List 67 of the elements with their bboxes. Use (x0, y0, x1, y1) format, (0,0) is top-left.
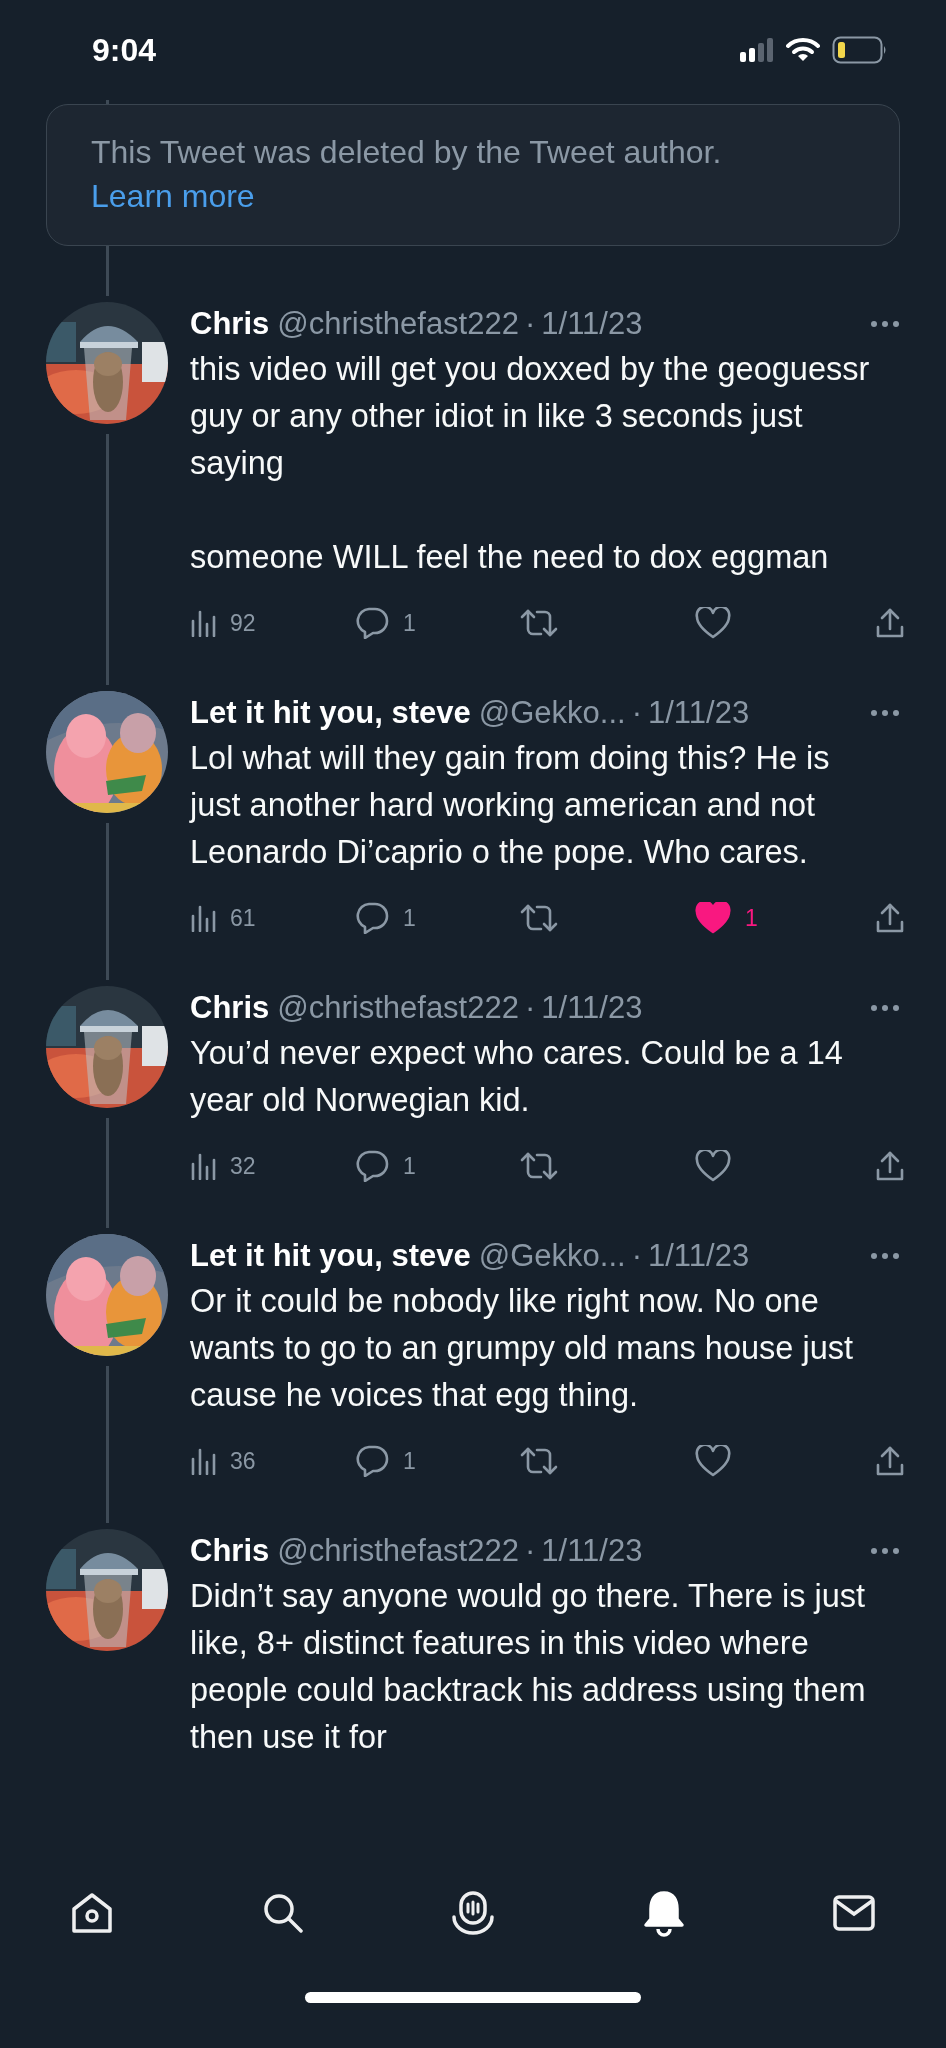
battery-icon (832, 36, 888, 64)
retweet-icon[interactable] (520, 608, 558, 638)
author-handle: @christhefast222 (277, 990, 519, 1026)
author-name[interactable]: Let it hit you, steve (190, 1238, 471, 1274)
more-icon[interactable] (870, 1252, 900, 1260)
tweet-text: Lol what will they gain from doing this? He is just another hard working american and not Leonardo Di’caprio o the pope. Who cares. (190, 739, 831, 872)
spaces-tab[interactable] (449, 1889, 497, 1937)
tweet-date: 1/11/23 (541, 306, 643, 342)
wifi-icon (786, 37, 820, 63)
retweet-icon[interactable] (520, 903, 558, 933)
deleted-notice-text: This Tweet was deleted by the Tweet author. (91, 133, 722, 172)
share-icon[interactable] (875, 607, 905, 639)
like-count: 1 (745, 904, 758, 932)
retweet-icon[interactable] (520, 1151, 558, 1181)
more-icon[interactable] (870, 1004, 900, 1012)
separator-dot: · (631, 1238, 642, 1274)
like-icon[interactable] (695, 902, 731, 934)
reply-icon[interactable] (355, 607, 389, 639)
views-icon[interactable] (190, 609, 216, 637)
separator-dot: · (524, 306, 536, 342)
like-icon[interactable] (695, 1150, 731, 1182)
more-icon[interactable] (870, 320, 900, 328)
like-icon[interactable] (695, 1445, 731, 1477)
views-icon[interactable] (190, 1152, 216, 1180)
reply-count: 1 (403, 904, 416, 932)
more-icon[interactable] (870, 709, 900, 717)
views-count: 36 (230, 1447, 256, 1475)
share-icon[interactable] (875, 902, 905, 934)
signal-icon (740, 38, 774, 62)
more-icon[interactable] (870, 1547, 900, 1555)
reply-icon[interactable] (355, 1445, 389, 1477)
tweet-text: Or it could be nobody like right now. No one wants to go to an grumpy old mans house just cause he voices that egg thing. (190, 1282, 854, 1415)
retweet-icon[interactable] (520, 1446, 558, 1476)
learn-more-link[interactable]: Learn more (91, 175, 255, 217)
author-handle: @christhefast222 (277, 1533, 519, 1569)
like-icon[interactable] (695, 607, 731, 639)
views-count: 61 (230, 904, 256, 932)
tweet-date: 1/11/23 (541, 990, 643, 1026)
tweet-text: You’d never expect who cares. Could be a 14 year old Norwegian kid. (190, 1034, 844, 1120)
author-name[interactable]: Chris (190, 990, 270, 1026)
author-name[interactable]: Let it hit you, steve (190, 695, 471, 731)
views-icon[interactable] (190, 1447, 216, 1475)
reply-count: 1 (403, 609, 416, 637)
reply-count: 1 (403, 1447, 416, 1475)
tweet-date: 1/11/23 (648, 1238, 750, 1274)
tweet-date: 1/11/23 (648, 695, 750, 731)
author-handle: @Gekko... (478, 1238, 626, 1274)
status-time: 9:04 (92, 31, 157, 69)
separator-dot: · (524, 1533, 536, 1569)
author-handle: @Gekko... (478, 695, 626, 731)
views-icon[interactable] (190, 904, 216, 932)
reply-icon[interactable] (355, 902, 389, 934)
tweet-text: Didn’t say anyone would go there. There is just like, 8+ distinct features in this video where people could backtrack his address using them then use it for (190, 1577, 867, 1757)
tweet-date: 1/11/23 (541, 1533, 643, 1569)
reply-icon[interactable] (355, 1150, 389, 1182)
separator-dot: · (631, 695, 642, 731)
reply-count: 1 (403, 1152, 416, 1180)
views-count: 92 (230, 609, 256, 637)
author-name[interactable]: Chris (190, 1533, 270, 1569)
views-count: 32 (230, 1152, 256, 1180)
author-name[interactable]: Chris (190, 306, 270, 342)
separator-dot: · (524, 990, 536, 1026)
share-icon[interactable] (875, 1445, 905, 1477)
author-handle: @christhefast222 (277, 306, 519, 342)
tweet-text: someone WILL feel the need to dox eggman (190, 538, 830, 577)
tweet-text: this video will get you doxxed by the geoguessr guy or any other idiot in like 3 seconds just saying (190, 350, 871, 483)
share-icon[interactable] (875, 1150, 905, 1182)
